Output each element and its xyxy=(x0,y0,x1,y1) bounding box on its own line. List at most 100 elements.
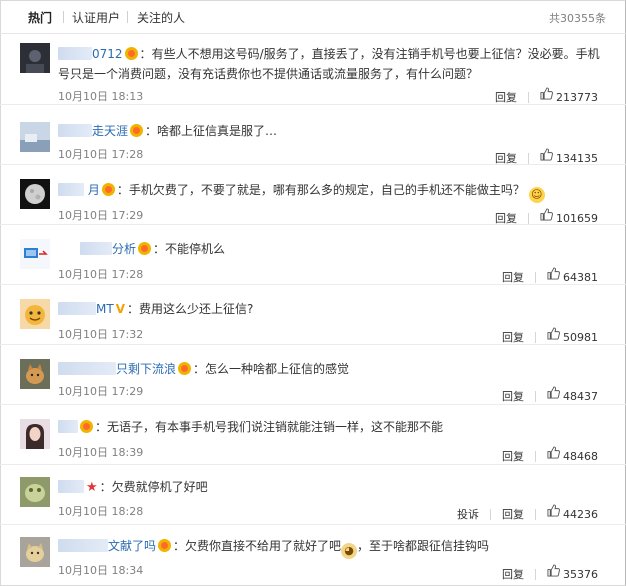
comment-body: 走天涯 ：啥都上征信真是服了… xyxy=(58,121,603,141)
username-redacted[interactable] xyxy=(80,242,112,255)
comment-item: 走天涯 ：啥都上征信真是服了… 10月10日 17:28 回复 134135 xyxy=(0,106,626,165)
tab-following[interactable]: 关注的人 xyxy=(137,9,185,26)
username[interactable]: 走天涯 xyxy=(92,124,128,138)
comment-text: 啥都上征信真是服了… xyxy=(157,124,278,138)
comment-text: 费用这么少还上征信? xyxy=(139,302,254,316)
comment-body: 只剩下流浪 ：怎么一种啥都上征信的感觉 xyxy=(58,359,603,379)
like-icon[interactable] xyxy=(547,386,560,399)
comment-time: 10月10日 17:29 xyxy=(58,385,144,398)
like-icon[interactable] xyxy=(540,87,553,100)
divider xyxy=(535,450,536,462)
comment-text: 无语子，有本事手机号我们说注销就能注销一样，这不能那不能 xyxy=(107,420,444,434)
like-count: 213773 xyxy=(556,90,598,104)
comment-time: 10月10日 18:13 xyxy=(58,90,144,103)
comment-body: MT V ：费用这么少还上征信? xyxy=(58,299,603,319)
reply-button[interactable]: 回复 xyxy=(495,89,517,105)
comment-time: 10月10日 17:28 xyxy=(58,148,144,161)
user-avatar[interactable] xyxy=(20,299,50,329)
comment-actions: 回复 48437 xyxy=(502,386,598,404)
reply-button[interactable]: 回复 xyxy=(502,329,524,345)
tab-divider xyxy=(127,11,128,23)
username-redacted[interactable] xyxy=(58,362,116,375)
reply-button[interactable]: 回复 xyxy=(495,210,517,226)
like-count: 48468 xyxy=(563,449,598,463)
username-redacted[interactable] xyxy=(58,480,84,493)
fan-badge-icon xyxy=(158,539,172,552)
like-icon[interactable] xyxy=(540,148,553,161)
like-icon[interactable] xyxy=(547,267,560,280)
reply-button[interactable]: 回复 xyxy=(502,269,524,285)
report-button[interactable]: 投诉 xyxy=(457,506,479,522)
comment-body: 月：手机欠费了，不要了就是，哪有那么多的规定，自己的手机还不能做主吗？ ☺ xyxy=(58,180,603,203)
like-count: 35376 xyxy=(563,567,598,581)
user-avatar[interactable] xyxy=(20,239,50,269)
comment-time: 10月10日 17:32 xyxy=(58,328,144,341)
username[interactable]: 只剩下流浪 xyxy=(116,362,176,376)
comment-actions: 回复 48468 xyxy=(502,446,598,464)
reply-button[interactable]: 回复 xyxy=(502,388,524,404)
reply-button[interactable]: 回复 xyxy=(502,448,524,464)
comment-text: 怎么一种啥都上征信的感觉 xyxy=(205,362,350,376)
reply-button[interactable]: 回复 xyxy=(502,566,524,582)
reply-button[interactable]: 回复 xyxy=(495,150,517,166)
comment-item: 0712 ：有些人不想用这号码/服务了，直接丢了，没有注销手机号也要上征信？没必要… xyxy=(0,35,626,105)
comment-text: 欠费你直接不给用了就好了吧 xyxy=(185,539,342,553)
divider xyxy=(528,212,529,224)
divider xyxy=(528,152,529,164)
cat-emoji-icon: ◕ xyxy=(341,543,358,559)
username-redacted[interactable] xyxy=(58,124,92,137)
like-count: 50981 xyxy=(563,330,598,344)
comment-item: ★ ：欠费就停机了好吧 10月10日 18:28 投诉 回复 44236 xyxy=(0,466,626,525)
comment-text: 不能停机么 xyxy=(165,242,226,256)
comment-actions: 回复 101659 xyxy=(495,208,598,226)
like-count: 48437 xyxy=(563,389,598,403)
like-icon[interactable] xyxy=(540,208,553,221)
username-redacted[interactable] xyxy=(58,420,78,433)
comment-item: 月：手机欠费了，不要了就是，哪有那么多的规定，自己的手机还不能做主吗？ ☺ 10… xyxy=(0,166,626,225)
divider xyxy=(535,390,536,402)
user-avatar[interactable] xyxy=(20,43,50,73)
like-count: 44236 xyxy=(563,507,598,521)
tab-hot[interactable]: 热门 xyxy=(28,9,52,26)
tab-divider xyxy=(63,11,64,23)
user-avatar[interactable] xyxy=(20,359,50,389)
comment-item: 只剩下流浪 ：怎么一种啥都上征信的感觉 10月10日 17:29 回复 48437 xyxy=(0,346,626,405)
user-avatar[interactable] xyxy=(20,419,50,449)
username[interactable]: MT xyxy=(96,302,114,316)
user-avatar[interactable] xyxy=(20,537,50,567)
like-icon[interactable] xyxy=(547,504,560,517)
fan-badge-icon xyxy=(138,242,152,255)
star-badge-icon: ★ xyxy=(86,480,98,495)
comment-tabs: 热门 认证用户 关注的人 共30355条 xyxy=(0,0,626,34)
user-avatar[interactable] xyxy=(20,179,50,209)
username-redacted[interactable] xyxy=(58,302,96,315)
username-redacted[interactable] xyxy=(58,47,92,60)
user-avatar[interactable] xyxy=(20,122,50,152)
username[interactable]: 月 xyxy=(88,183,100,197)
user-avatar[interactable] xyxy=(20,477,50,507)
comment-item: ：无语子，有本事手机号我们说注销就能注销一样，这不能那不能 10月10日 18:… xyxy=(0,406,626,465)
username[interactable]: 文献了吗 xyxy=(108,539,156,553)
username[interactable]: 分析 xyxy=(112,242,136,256)
comment-item: MT V ：费用这么少还上征信? 10月10日 17:32 回复 50981 xyxy=(0,286,626,345)
like-icon[interactable] xyxy=(547,327,560,340)
username-redacted[interactable] xyxy=(58,183,84,196)
comment-body: 分析 ：不能停机么 xyxy=(58,239,603,259)
comment-time: 10月10日 18:28 xyxy=(58,505,144,518)
reply-button[interactable]: 回复 xyxy=(502,506,524,522)
comment-actions: 回复 64381 xyxy=(502,267,598,285)
username[interactable]: 0712 xyxy=(92,47,123,61)
comment-time: 10月10日 17:28 xyxy=(58,268,144,281)
comment-text: 有些人不想用这号码/服务了，直接丢了，没有注销手机号也要上征信？没必要。手机号只… xyxy=(58,47,600,81)
divider xyxy=(535,271,536,283)
comment-text: 手机欠费了，不要了就是，哪有那么多的规定，自己的手机还不能做主吗？ xyxy=(128,183,525,197)
like-icon[interactable] xyxy=(547,446,560,459)
comment-actions: 回复 50981 xyxy=(502,327,598,345)
like-icon[interactable] xyxy=(547,564,560,577)
comment-actions: 回复 134135 xyxy=(495,148,598,166)
fan-badge-icon xyxy=(101,183,115,196)
like-count: 64381 xyxy=(563,270,598,284)
tab-verified-users[interactable]: 认证用户 xyxy=(72,9,120,26)
username-redacted[interactable] xyxy=(58,539,108,552)
comment-actions: 回复 35376 xyxy=(502,564,598,582)
